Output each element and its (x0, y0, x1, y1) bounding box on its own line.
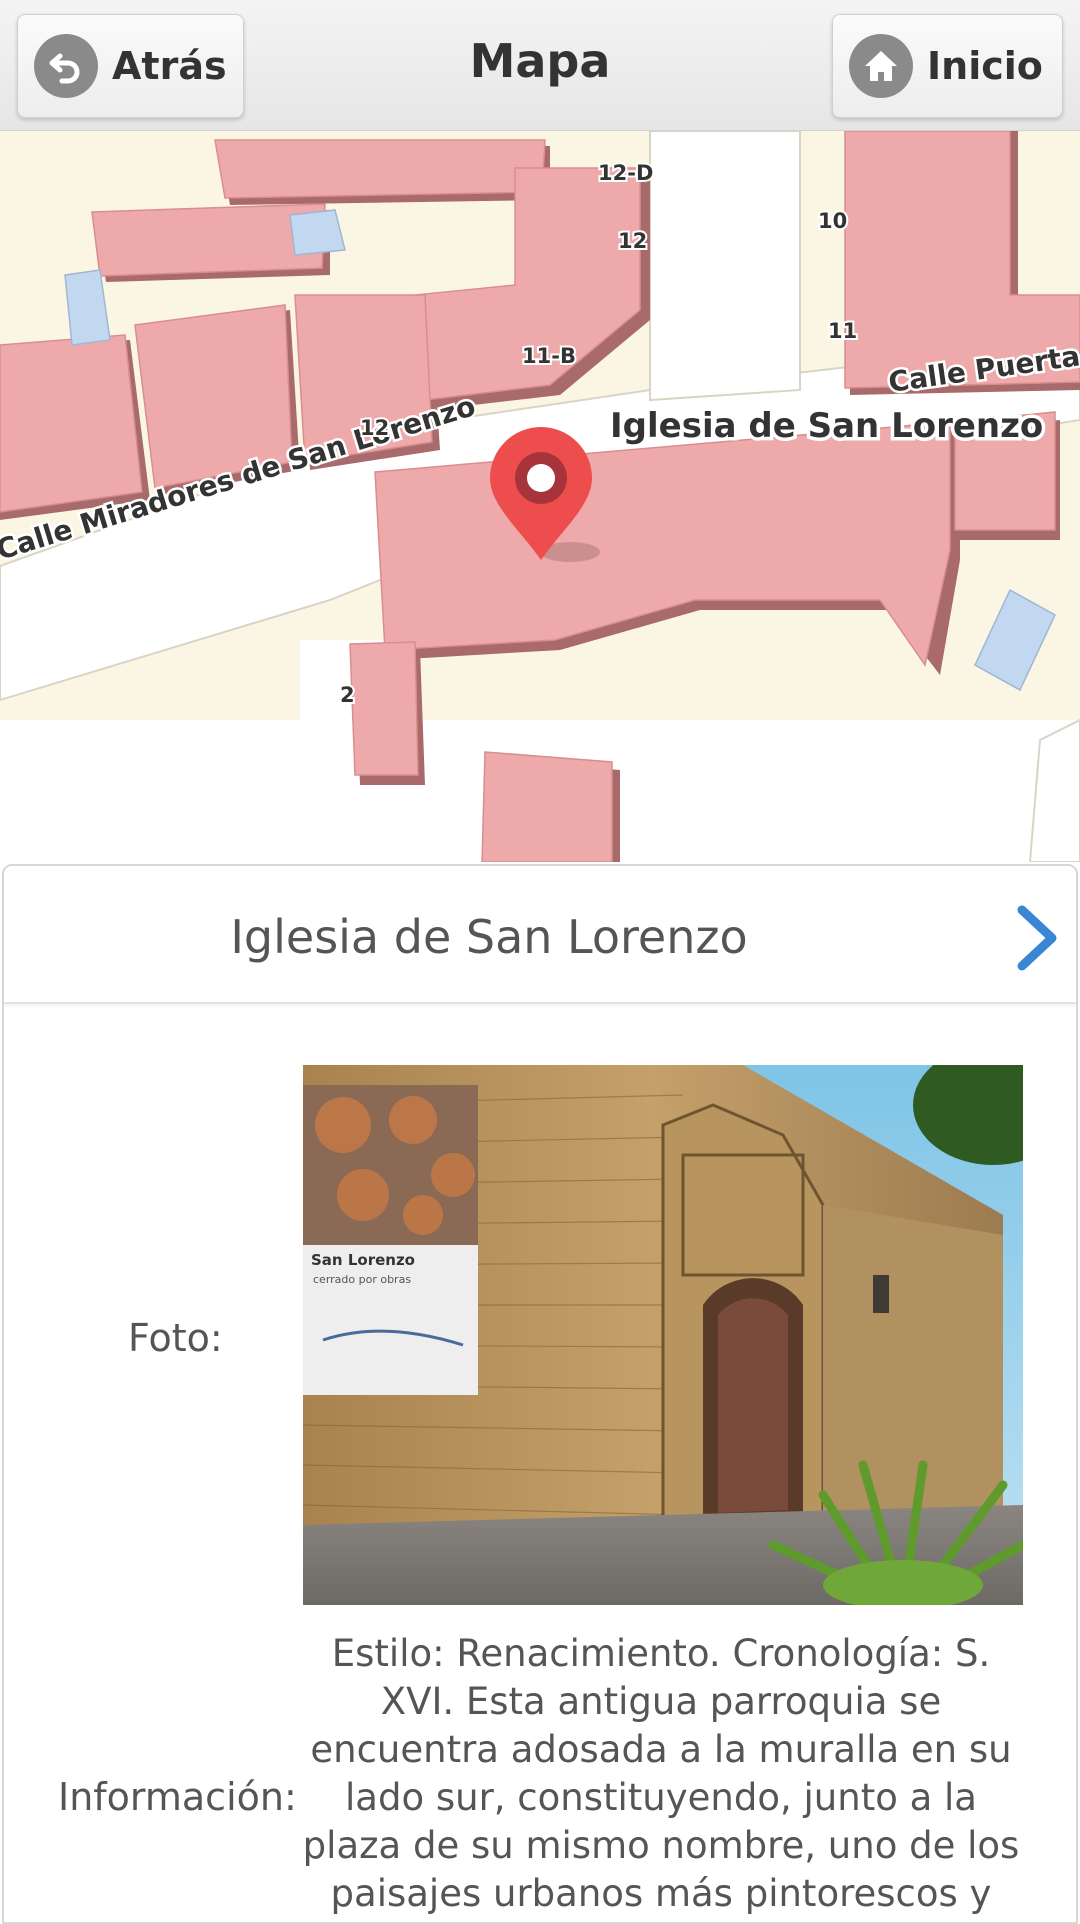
chevron-right-icon[interactable] (1012, 904, 1062, 972)
home-button[interactable]: Inicio (832, 14, 1063, 118)
top-bar: Atrás Mapa Inicio (0, 0, 1080, 132)
photo-label: Foto: (128, 1316, 223, 1360)
house-number: 12-D (598, 161, 653, 185)
house-number: 2 (340, 683, 355, 707)
poi-label: Iglesia de San Lorenzo (610, 406, 1043, 446)
info-label: Información: (58, 1775, 297, 1819)
house-number: 12 (360, 416, 389, 440)
house-number: 11 (828, 319, 857, 343)
house-number: 12 (618, 229, 647, 253)
info-description: Estilo: Renacimiento. Cronología: S. XVI… (302, 1632, 1020, 1915)
card-title: Iglesia de San Lorenzo (230, 910, 748, 964)
card-header[interactable]: Iglesia de San Lorenzo (4, 866, 1076, 1004)
house-number: 11-B (522, 344, 576, 368)
home-button-label: Inicio (927, 44, 1043, 88)
map-view[interactable]: Calle Miradores de San Lorenzo Calle Pue… (0, 131, 1080, 862)
house-number: 10 (818, 209, 847, 233)
banner-text-title: San Lorenzo (311, 1251, 415, 1269)
church-photo: San Lorenzo cerrado por obras (303, 1065, 1023, 1605)
banner-text-sub: cerrado por obras (313, 1273, 411, 1286)
home-icon (849, 34, 913, 98)
